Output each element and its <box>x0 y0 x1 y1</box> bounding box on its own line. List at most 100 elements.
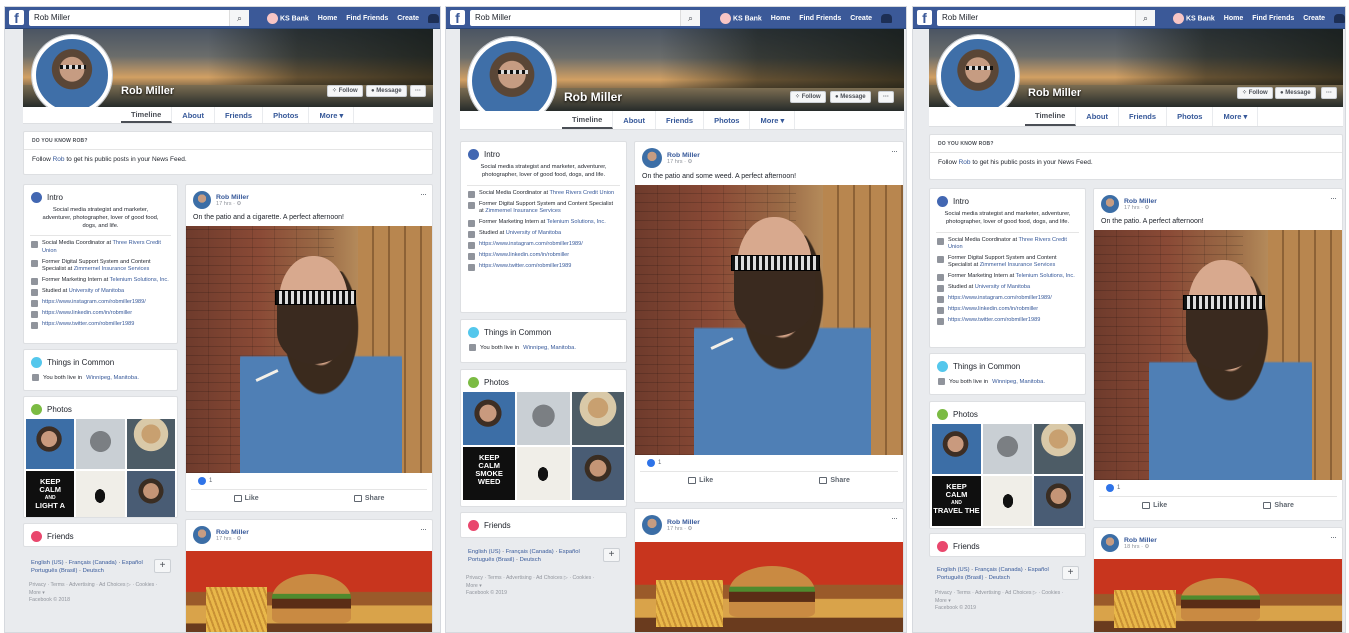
follow-button[interactable]: ⁘ Follow <box>790 91 826 103</box>
photo-thumbnail[interactable] <box>517 392 570 445</box>
language-link[interactable]: Deutsch <box>83 568 104 574</box>
language-link[interactable]: English (US) <box>468 549 501 555</box>
twitter-link[interactable]: https://www.twitter.com/robmiller1989 <box>479 263 571 271</box>
reactions[interactable]: 1 <box>1099 480 1337 497</box>
tab-about[interactable]: About <box>1076 107 1119 126</box>
photo-thumbnail[interactable] <box>983 476 1032 526</box>
twitter-link[interactable]: https://www.twitter.com/robmiller1989 <box>42 321 134 329</box>
language-link[interactable]: Português (Brasil) <box>468 557 514 563</box>
search-input[interactable]: Rob Miller <box>29 10 249 26</box>
linkedin-link[interactable]: https://www.linkedin.com/in/robmiller <box>479 252 569 260</box>
follow-button[interactable]: ⁘ Follow <box>1237 87 1273 99</box>
search-icon[interactable]: ⌕ <box>229 10 249 26</box>
profile-name[interactable]: Rob Miller <box>564 90 622 104</box>
avatar[interactable] <box>642 148 662 168</box>
find-friends-link[interactable]: Find Friends <box>346 15 388 22</box>
tab-more[interactable]: More ▾ <box>309 107 355 123</box>
tab-about[interactable]: About <box>172 107 215 123</box>
language-link[interactable]: Español <box>1028 567 1049 573</box>
language-link[interactable]: Português (Brasil) <box>937 575 983 581</box>
photo-thumbnail[interactable] <box>26 419 75 469</box>
photo-thumbnail[interactable] <box>571 392 624 445</box>
language-link[interactable]: Deutsch <box>520 557 541 563</box>
city-link[interactable]: Winnipeg, Manitoba. <box>86 375 139 381</box>
message-button[interactable]: ● Message <box>1275 87 1316 99</box>
post-options-button[interactable]: ··· <box>1330 193 1337 203</box>
photo-thumbnail[interactable] <box>983 424 1032 474</box>
home-link[interactable]: Home <box>318 15 337 22</box>
rob-link[interactable]: Rob <box>959 159 971 166</box>
post-time[interactable]: 17 hrs · ⚙ <box>1124 205 1157 211</box>
language-link[interactable]: Français (Canada) <box>506 549 554 555</box>
photo-thumbnail[interactable] <box>126 471 175 517</box>
post-options-button[interactable]: ··· <box>1330 532 1337 542</box>
post-time[interactable]: 18 hrs · ⚙ <box>1124 544 1157 550</box>
rob-link[interactable]: Rob <box>53 156 65 163</box>
instagram-link[interactable]: https://www.instagram.com/robmiller1989/ <box>479 241 583 249</box>
more-options-button[interactable]: ··· <box>878 91 894 103</box>
post-photo[interactable] <box>1094 230 1342 480</box>
photo-thumbnail[interactable] <box>76 419 125 469</box>
post-author[interactable]: Rob Miller <box>1124 537 1157 544</box>
language-link[interactable]: Español <box>122 560 143 566</box>
bank-link[interactable]: KS Bank <box>267 12 309 24</box>
avatar[interactable] <box>193 191 211 209</box>
post-time[interactable]: 17 hrs · ⚙ <box>216 536 249 542</box>
workplace-link[interactable]: Three Rivers Credit Union <box>549 190 614 196</box>
like-button[interactable]: Like <box>1142 502 1167 509</box>
bank-link[interactable]: KS Bank <box>1173 12 1215 24</box>
add-language-button[interactable]: + <box>1062 566 1079 580</box>
tab-friends[interactable]: Friends <box>215 107 264 123</box>
footer-more-link[interactable]: More ▾ <box>29 590 157 598</box>
avatar[interactable] <box>642 515 662 535</box>
friend-requests-icon[interactable] <box>1334 13 1345 23</box>
language-link[interactable]: Español <box>559 549 580 555</box>
photo-thumbnail[interactable] <box>76 471 125 517</box>
like-button[interactable]: Like <box>233 495 259 502</box>
home-link[interactable]: Home <box>771 15 790 22</box>
school-link[interactable]: University of Manitoba <box>506 230 561 236</box>
find-friends-link[interactable]: Find Friends <box>799 15 841 22</box>
share-button[interactable]: Share <box>819 477 850 484</box>
search-input[interactable]: Rob Miller <box>937 10 1155 26</box>
footer-more-link[interactable]: More ▾ <box>466 583 594 591</box>
tab-more[interactable]: More ▾ <box>750 111 796 129</box>
workplace-link[interactable]: Telenium Solutions, Inc. <box>1016 273 1075 279</box>
facebook-logo-icon[interactable]: f <box>917 10 932 25</box>
friend-requests-icon[interactable] <box>881 13 893 23</box>
post-options-button[interactable]: ··· <box>420 189 427 199</box>
reactions[interactable]: 1 <box>191 473 427 490</box>
share-button[interactable]: Share <box>353 495 384 502</box>
language-link[interactable]: Français (Canada) <box>975 567 1023 573</box>
share-button[interactable]: Share <box>1263 502 1294 509</box>
language-link[interactable]: Deutsch <box>989 575 1010 581</box>
more-options-button[interactable]: ··· <box>1321 87 1337 99</box>
language-link[interactable]: Português (Brasil) <box>31 568 77 574</box>
language-link[interactable]: English (US) <box>937 567 970 573</box>
city-link[interactable]: Winnipeg, Manitoba. <box>992 379 1045 385</box>
post-author[interactable]: Rob Miller <box>216 194 249 201</box>
profile-name[interactable]: Rob Miller <box>1028 87 1081 99</box>
post-author[interactable]: Rob Miller <box>667 519 700 526</box>
workplace-link[interactable]: Zimmernel Insurance Services <box>74 266 150 272</box>
footer-links[interactable]: Privacy · Terms · Advertising · Ad Choic… <box>466 575 594 583</box>
profile-name[interactable]: Rob Miller <box>121 85 174 97</box>
post-photo[interactable] <box>1094 559 1342 632</box>
avatar[interactable] <box>1101 534 1119 552</box>
photo-thumbnail[interactable] <box>463 392 516 445</box>
create-link[interactable]: Create <box>1303 15 1325 22</box>
tab-about[interactable]: About <box>613 111 656 129</box>
workplace-link[interactable]: Zimmernel Insurance Services <box>485 208 561 214</box>
instagram-link[interactable]: https://www.instagram.com/robmiller1989/ <box>948 295 1052 303</box>
create-link[interactable]: Create <box>397 15 419 22</box>
find-friends-link[interactable]: Find Friends <box>1252 15 1294 22</box>
tab-timeline[interactable]: Timeline <box>562 111 614 129</box>
post-author[interactable]: Rob Miller <box>216 529 249 536</box>
add-language-button[interactable]: + <box>154 559 171 573</box>
keep-calm-photo[interactable]: KEEP CALM AND TRAVEL THE <box>932 476 981 526</box>
facebook-logo-icon[interactable]: f <box>450 10 465 25</box>
photo-thumbnail[interactable] <box>1034 424 1083 474</box>
school-link[interactable]: University of Manitoba <box>975 284 1030 290</box>
post-author[interactable]: Rob Miller <box>1124 198 1157 205</box>
more-options-button[interactable]: ··· <box>410 85 426 97</box>
